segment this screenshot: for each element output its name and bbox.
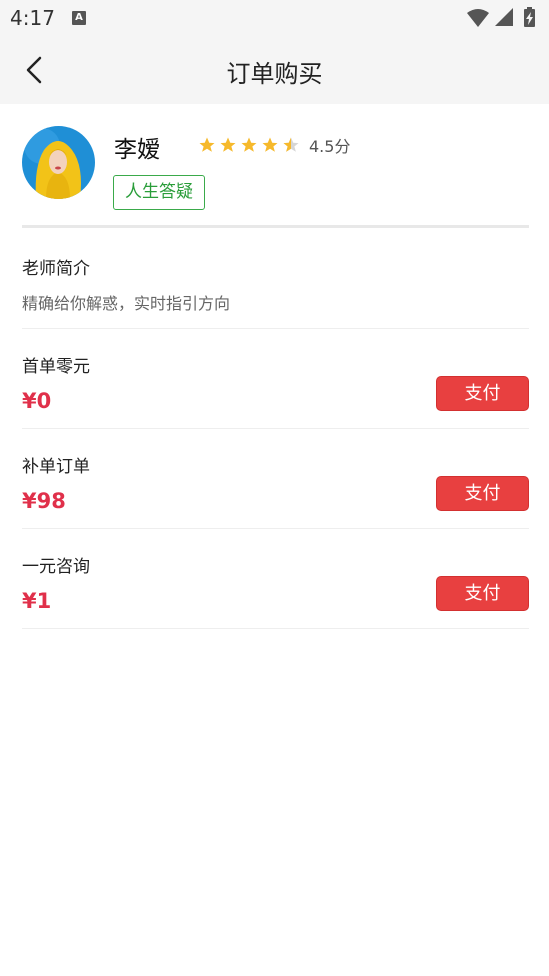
teacher-name: 李嫒 xyxy=(114,137,160,163)
page-title: 订单购买 xyxy=(226,60,323,88)
rating-score: 4.5分 xyxy=(309,137,351,156)
status-bar: 4:17 A xyxy=(0,0,549,36)
plan-item: 补单订单 ¥98 支付 xyxy=(22,429,529,529)
notification-a-icon: A xyxy=(72,11,86,25)
plan-price: ¥98 xyxy=(22,489,66,513)
plan-price: ¥1 xyxy=(22,589,52,613)
status-time: 4:17 xyxy=(10,6,55,30)
nav-bar: 订单购买 xyxy=(0,36,549,104)
rating: 4.5分 xyxy=(198,133,350,157)
teacher-avatar[interactable] xyxy=(22,126,95,199)
category-tag: 人生答疑 xyxy=(113,175,205,210)
teacher-intro: 老师简介 精确给你解惑，实时指引方向 xyxy=(22,228,529,329)
signal-icon xyxy=(495,8,513,26)
plan-name: 一元咨询 xyxy=(22,557,90,577)
intro-description: 精确给你解惑，实时指引方向 xyxy=(22,294,231,313)
battery-icon xyxy=(524,7,535,27)
status-icons xyxy=(465,6,543,34)
plan-name: 补单订单 xyxy=(22,457,90,477)
intro-title: 老师简介 xyxy=(22,259,90,279)
star-full-icon xyxy=(241,137,257,152)
star-full-icon xyxy=(220,137,236,152)
plan-name: 首单零元 xyxy=(22,357,90,377)
pay-button[interactable]: 支付 xyxy=(436,476,529,511)
star-half-icon xyxy=(283,137,299,152)
plan-price: ¥0 xyxy=(22,389,52,413)
plan-item: 一元咨询 ¥1 支付 xyxy=(22,529,529,629)
plan-item: 首单零元 ¥0 支付 xyxy=(22,329,529,429)
pay-button[interactable]: 支付 xyxy=(436,576,529,611)
pay-button[interactable]: 支付 xyxy=(436,376,529,411)
star-full-icon xyxy=(262,137,278,152)
wifi-icon xyxy=(467,9,489,27)
teacher-profile: 李嫒 4.5分 人生答疑 xyxy=(0,104,549,228)
star-full-icon xyxy=(199,137,215,152)
